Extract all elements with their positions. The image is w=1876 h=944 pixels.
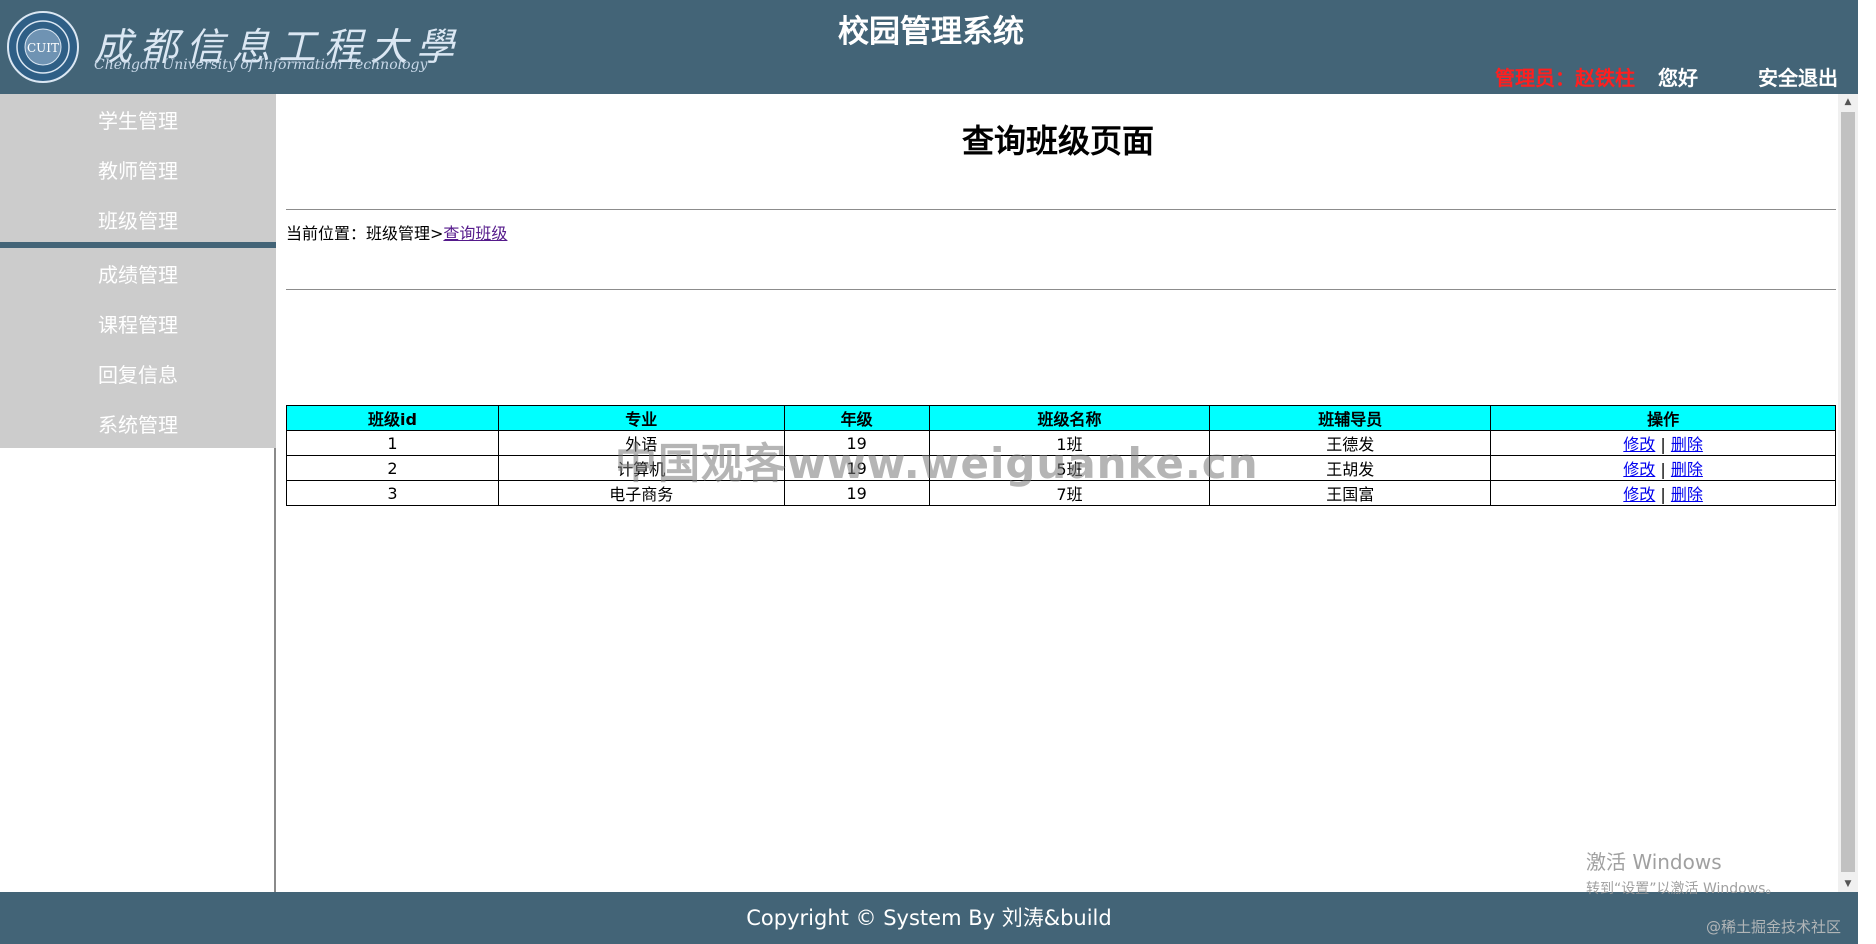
column-header-id: 班级id (286, 405, 499, 431)
cell-major: 计算机 (497, 455, 785, 481)
action-separator: | (1660, 435, 1666, 454)
edit-link[interactable]: 修改 (1623, 485, 1655, 504)
column-header-grade: 年级 (783, 405, 930, 431)
action-separator: | (1660, 460, 1666, 479)
column-header-major: 专业 (497, 405, 785, 431)
admin-name: 管理员：赵铁柱 (1495, 66, 1635, 90)
cell-counselor: 王胡发 (1209, 455, 1492, 481)
column-header-class-name: 班级名称 (928, 405, 1211, 431)
table-row: 1 外语 19 1班 王德发 修改 | 删除 (286, 430, 1836, 456)
sidebar-item-courses[interactable]: 课程管理 (0, 300, 276, 350)
sidebar-item-classes[interactable]: 班级管理 (0, 196, 276, 246)
cell-id: 3 (286, 480, 499, 506)
cell-class-name: 1班 (928, 430, 1211, 456)
sidebar-item-system[interactable]: 系统管理 (0, 400, 276, 450)
cell-class-name: 7班 (928, 480, 1211, 506)
cell-grade: 19 (783, 430, 930, 456)
cell-grade: 19 (783, 480, 930, 506)
cell-class-name: 5班 (928, 455, 1211, 481)
breadcrumb-current-link[interactable]: 查询班级 (443, 224, 507, 243)
scroll-down-arrow-icon[interactable]: ▼ (1838, 876, 1858, 892)
scrollbar-thumb[interactable] (1841, 112, 1855, 872)
action-separator: | (1660, 485, 1666, 504)
cell-major: 外语 (497, 430, 785, 456)
divider-top (286, 209, 1836, 210)
edit-link[interactable]: 修改 (1623, 460, 1655, 479)
breadcrumb-prefix: 当前位置：班级管理> (286, 224, 444, 243)
cell-actions: 修改 | 删除 (1490, 455, 1836, 481)
scroll-up-arrow-icon[interactable]: ▲ (1838, 94, 1858, 110)
window-edge (1858, 0, 1876, 944)
header: CUIT 成都信息工程大學 Chengdu University of Info… (0, 0, 1876, 94)
copyright-text: Copyright © System By 刘涛&build (746, 906, 1112, 930)
cell-id: 1 (286, 430, 499, 456)
table-row: 2 计算机 19 5班 王胡发 修改 | 删除 (286, 455, 1836, 481)
column-header-counselor: 班辅导员 (1209, 405, 1492, 431)
page-title: 查询班级页面 (961, 122, 1154, 160)
breadcrumb: 当前位置：班级管理>查询班级 (286, 220, 507, 244)
divider-bottom (286, 289, 1836, 290)
vertical-scrollbar[interactable]: ▲ ▼ (1838, 94, 1858, 892)
cell-actions: 修改 | 删除 (1490, 430, 1836, 456)
edit-link[interactable]: 修改 (1623, 435, 1655, 454)
table-header-row: 班级id 专业 年级 班级名称 班辅导员 操作 (286, 405, 1836, 431)
cell-id: 2 (286, 455, 499, 481)
sidebar-item-students[interactable]: 学生管理 (0, 96, 276, 146)
sidebar-item-teachers[interactable]: 教师管理 (0, 146, 276, 196)
cell-grade: 19 (783, 455, 930, 481)
university-name-en: Chengdu University of Information Techno… (94, 57, 428, 73)
delete-link[interactable]: 删除 (1671, 485, 1703, 504)
system-title: 校园管理系统 (838, 14, 1024, 50)
delete-link[interactable]: 删除 (1671, 435, 1703, 454)
logout-link[interactable]: 安全退出 (1758, 62, 1838, 91)
class-table: 班级id 专业 年级 班级名称 班辅导员 操作 1 外语 19 1班 王德发 修… (286, 405, 1836, 506)
sidebar-group-1: 学生管理 教师管理 班级管理 (0, 94, 276, 242)
table-row: 3 电子商务 19 7班 王国富 修改 | 删除 (286, 480, 1836, 506)
main-content: 查询班级页面 当前位置：班级管理>查询班级 班级id 专业 年级 班级名称 班辅… (278, 94, 1838, 892)
cell-counselor: 王国富 (1209, 480, 1492, 506)
delete-link[interactable]: 删除 (1671, 460, 1703, 479)
column-header-actions: 操作 (1490, 405, 1836, 431)
footer: Copyright © System By 刘涛&build (0, 892, 1858, 944)
sidebar: 学生管理 教师管理 班级管理 成绩管理 课程管理 回复信息 系统管理 (0, 94, 276, 892)
cell-major: 电子商务 (497, 480, 785, 506)
greeting-text: 您好 (1658, 66, 1698, 90)
cell-actions: 修改 | 删除 (1490, 480, 1836, 506)
cell-counselor: 王德发 (1209, 430, 1492, 456)
sidebar-item-grades[interactable]: 成绩管理 (0, 250, 276, 300)
sidebar-item-replies[interactable]: 回复信息 (0, 350, 276, 400)
sidebar-group-2: 成绩管理 课程管理 回复信息 系统管理 (0, 248, 276, 448)
